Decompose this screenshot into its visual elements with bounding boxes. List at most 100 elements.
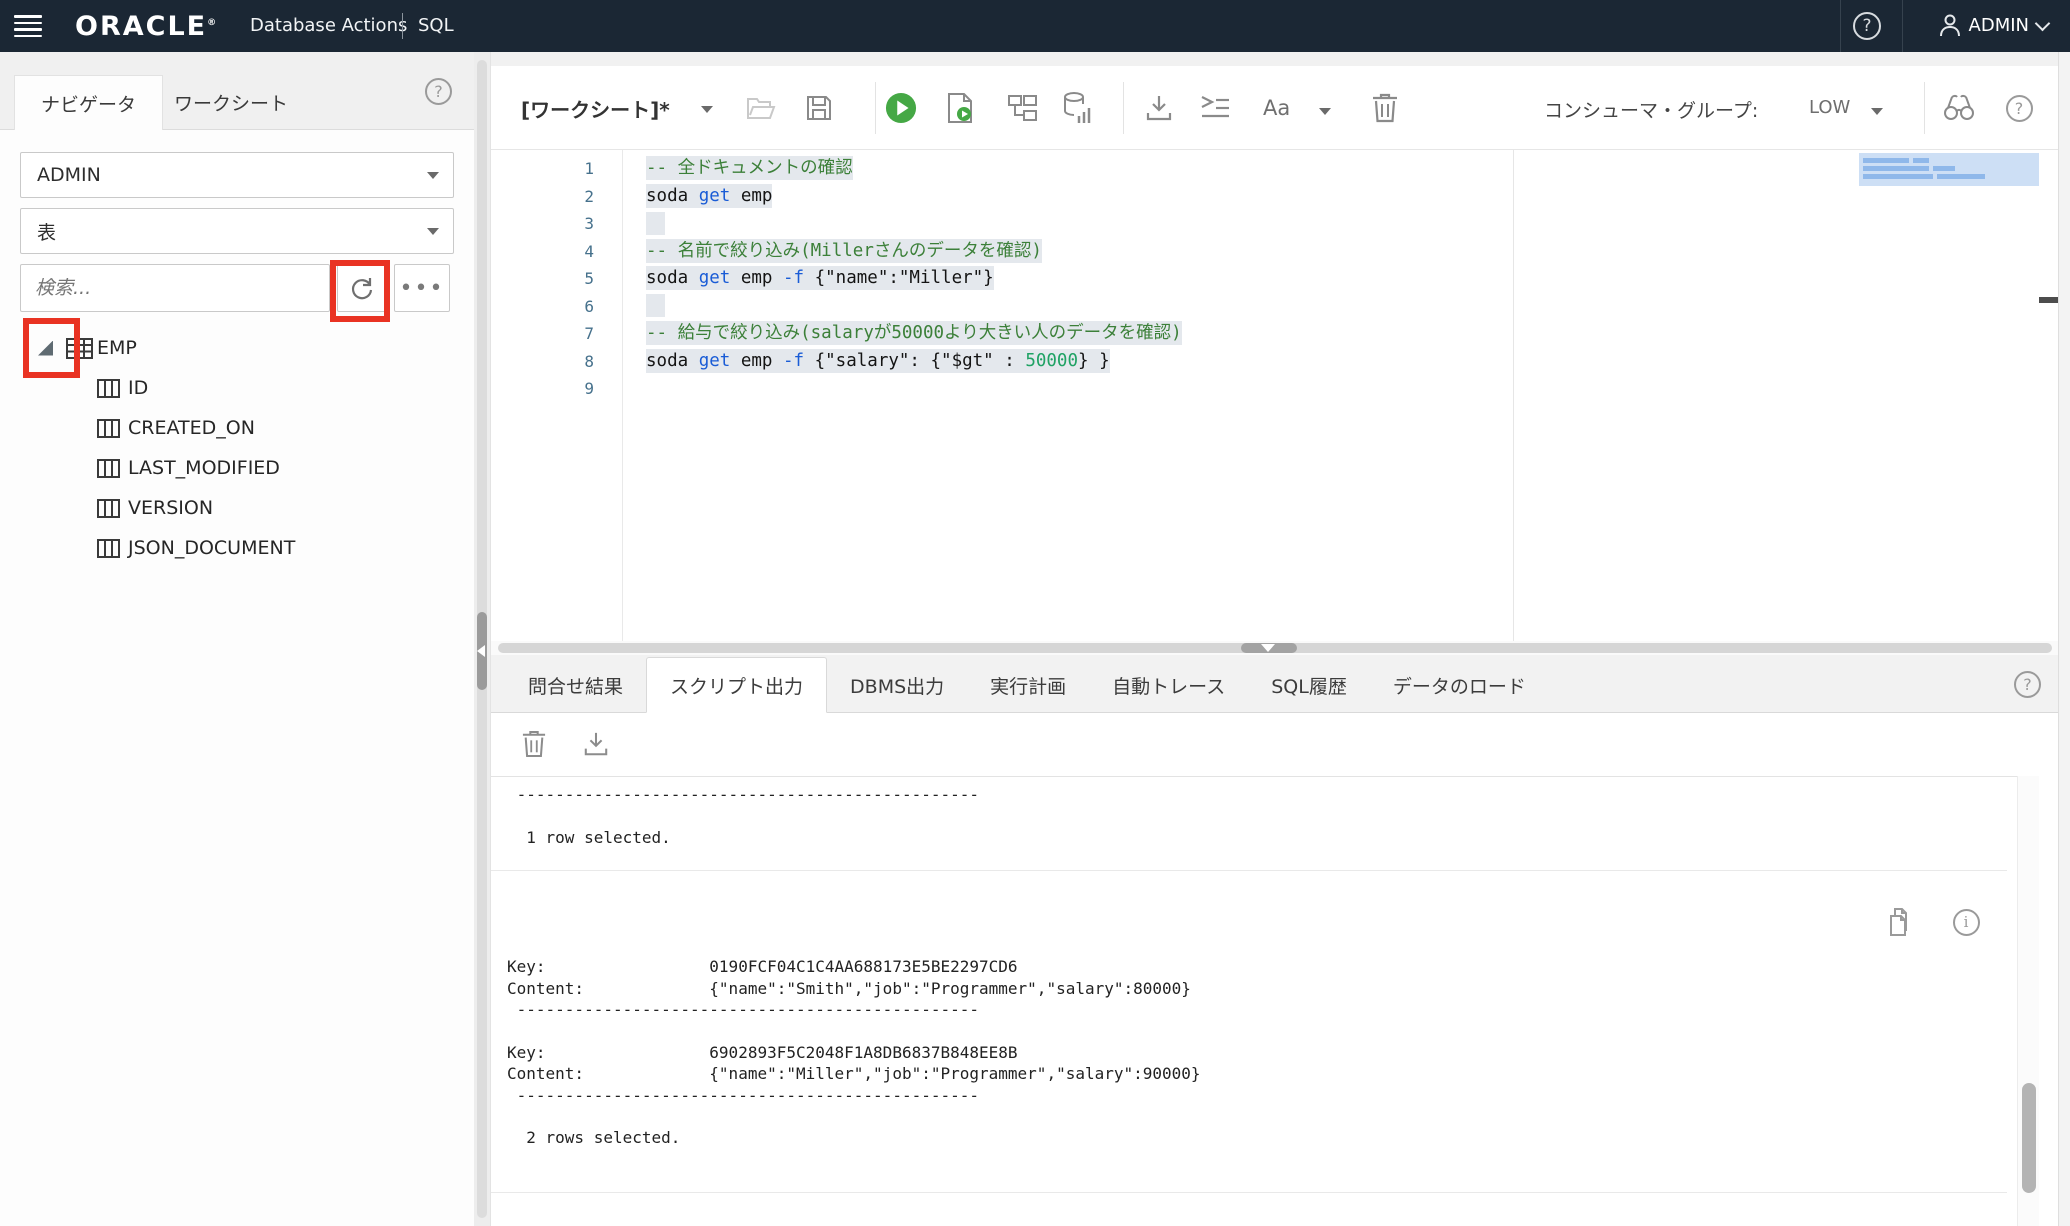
- tree-node-column[interactable]: ID: [0, 368, 474, 408]
- tree-node-label: CREATED_ON: [128, 417, 255, 439]
- result-info-button[interactable]: i: [1951, 907, 1981, 937]
- editor-scroll-indicator[interactable]: [2039, 297, 2058, 303]
- find-button[interactable]: [1943, 92, 1975, 124]
- minimap-selection[interactable]: [1859, 153, 2039, 186]
- results-tab[interactable]: 自動トレース: [1089, 657, 1248, 713]
- splitter-handle[interactable]: [477, 612, 487, 690]
- code-token-keyword: -f: [783, 351, 804, 371]
- results-tab[interactable]: DBMS出力: [827, 657, 967, 713]
- toolbar-separator: [875, 82, 876, 134]
- code-line[interactable]: -- 全ドキュメントの確認: [624, 155, 2059, 183]
- output-scrollbar[interactable]: [2017, 776, 2039, 1226]
- font-size-caret[interactable]: [1319, 108, 1331, 115]
- results-tab[interactable]: スクリプト出力: [646, 657, 827, 713]
- clear-output-button[interactable]: [519, 729, 549, 759]
- worksheet-title[interactable]: [ワークシート]*: [521, 94, 670, 123]
- explain-plan-button[interactable]: [1007, 92, 1039, 124]
- code-line[interactable]: soda get emp -f {"salary": {"$gt" : 5000…: [624, 348, 2059, 376]
- sidebar-help-icon[interactable]: ?: [425, 78, 452, 105]
- download-output-button[interactable]: [581, 729, 611, 759]
- app-title: SQL: [418, 15, 454, 36]
- page-scrollbar[interactable]: [2058, 52, 2070, 1226]
- results-panel: 問合せ結果スクリプト出力DBMS出力実行計画自動トレースSQL履歴データのロード…: [491, 655, 2059, 1226]
- output-divider: [491, 1192, 2007, 1193]
- search-input[interactable]: [20, 264, 330, 312]
- chevron-down-icon: [2035, 15, 2051, 31]
- person-icon: [1939, 13, 1961, 37]
- format-button[interactable]: [1199, 92, 1231, 124]
- binoculars-icon: [1943, 94, 1975, 122]
- results-tab[interactable]: 実行計画: [967, 657, 1089, 713]
- tree-columns: ID CREATED_ON LAST_MODIFIEDVERSIONJSON_DOC…: [0, 368, 474, 568]
- consumer-group-caret[interactable]: [1871, 108, 1883, 115]
- toolbar-gap: [491, 52, 2059, 66]
- line-number: 9: [491, 375, 622, 403]
- minimap-code-bar: [1933, 166, 1955, 171]
- results-help-icon[interactable]: ?: [2014, 671, 2041, 698]
- output-line: Content: {"name":"Smith","job":"Programm…: [507, 978, 2007, 999]
- topbar-separator: [1840, 0, 1841, 52]
- help-icon[interactable]: ?: [1853, 12, 1881, 40]
- run-script-button[interactable]: [945, 92, 977, 124]
- tree-node-column[interactable]: LAST_MODIFIED: [0, 448, 474, 488]
- code-token-plain: } }: [1078, 351, 1110, 371]
- code-line[interactable]: [624, 210, 2059, 238]
- minimap-code-bar: [1863, 174, 1933, 179]
- object-type-select[interactable]: 表: [20, 208, 454, 254]
- results-tab[interactable]: データのロード: [1370, 657, 1549, 713]
- code-line[interactable]: -- 名前で絞り込み(Millerさんのデータを確認): [624, 238, 2059, 266]
- code-token-comment: -- 給与で絞り込み(salaryが50000より大きい人のデータを確認): [646, 323, 1182, 343]
- code-line[interactable]: soda get emp -f {"name":"Miller"}: [624, 265, 2059, 293]
- vertical-splitter[interactable]: [474, 52, 490, 1226]
- font-size-button[interactable]: Aa: [1263, 96, 1290, 120]
- tree-node-column[interactable]: VERSION: [0, 488, 474, 528]
- tab-worksheet[interactable]: ワークシート: [148, 75, 314, 130]
- tab-navigator[interactable]: ナビゲータ: [14, 75, 163, 130]
- horizontal-splitter[interactable]: [491, 641, 2059, 655]
- results-tab[interactable]: 問合せ結果: [505, 657, 646, 713]
- minimap-code-bar: [1863, 166, 1929, 171]
- worksheet-toolbar: [ワークシート]*: [491, 66, 2059, 150]
- worksheet-help-icon[interactable]: ?: [2003, 92, 2035, 124]
- top-bar: ORACLE® Database Actions SQL ? ADMIN: [0, 0, 2070, 52]
- save-button[interactable]: [803, 92, 835, 124]
- copy-result-button[interactable]: [1881, 907, 1911, 937]
- code-line[interactable]: soda get emp: [624, 183, 2059, 211]
- tree-node-emp[interactable]: EMP: [0, 328, 474, 368]
- scrollbar-thumb[interactable]: [2022, 1083, 2036, 1193]
- username: ADMIN: [1969, 15, 2029, 36]
- minimap-code-bar: [1863, 158, 1909, 163]
- user-menu[interactable]: ADMIN: [1939, 13, 2048, 37]
- code-token-keyword: get: [699, 186, 731, 206]
- output-line: 2 rows selected.: [507, 1127, 2007, 1148]
- expand-collapse-icon[interactable]: [38, 341, 53, 356]
- more-actions-button[interactable]: •••: [394, 264, 450, 312]
- splitter-handle[interactable]: [1241, 643, 1297, 653]
- download-button[interactable]: [1143, 92, 1175, 124]
- tree-node-label: ID: [128, 377, 148, 399]
- tree-node-column[interactable]: CREATED_ON: [0, 408, 474, 448]
- collapse-left-icon: [477, 645, 485, 657]
- code-line[interactable]: [624, 375, 2059, 403]
- autotrace-button[interactable]: [1061, 92, 1093, 124]
- download-icon: [1145, 94, 1173, 122]
- refresh-button[interactable]: [337, 264, 386, 312]
- code-token-plain: {"salary": {"$gt" :: [804, 351, 1025, 371]
- run-statement-button[interactable]: [885, 92, 917, 124]
- code-editor[interactable]: 123456789 -- 全ドキュメントの確認soda get emp-- 名前…: [491, 150, 2059, 641]
- worksheet-menu-caret[interactable]: [701, 106, 713, 113]
- script-output[interactable]: ----------------------------------------…: [491, 776, 2017, 1226]
- menu-icon[interactable]: [14, 13, 42, 39]
- code-line[interactable]: -- 給与で絞り込み(salaryが50000より大きい人のデータを確認): [624, 320, 2059, 348]
- tree-node-column[interactable]: JSON_DOCUMENT: [0, 528, 474, 568]
- clear-worksheet-button[interactable]: [1369, 92, 1401, 124]
- code-line[interactable]: [624, 293, 2059, 321]
- open-file-button[interactable]: [745, 92, 777, 124]
- copy-icon: [1882, 908, 1910, 936]
- results-tab[interactable]: SQL履歴: [1248, 657, 1370, 713]
- tree-node-label: EMP: [97, 337, 137, 359]
- consumer-group-select[interactable]: LOW: [1809, 97, 1850, 118]
- minimap-row: [1863, 158, 2039, 163]
- code-token-keyword: get: [699, 351, 731, 371]
- schema-select[interactable]: ADMIN: [20, 152, 454, 198]
